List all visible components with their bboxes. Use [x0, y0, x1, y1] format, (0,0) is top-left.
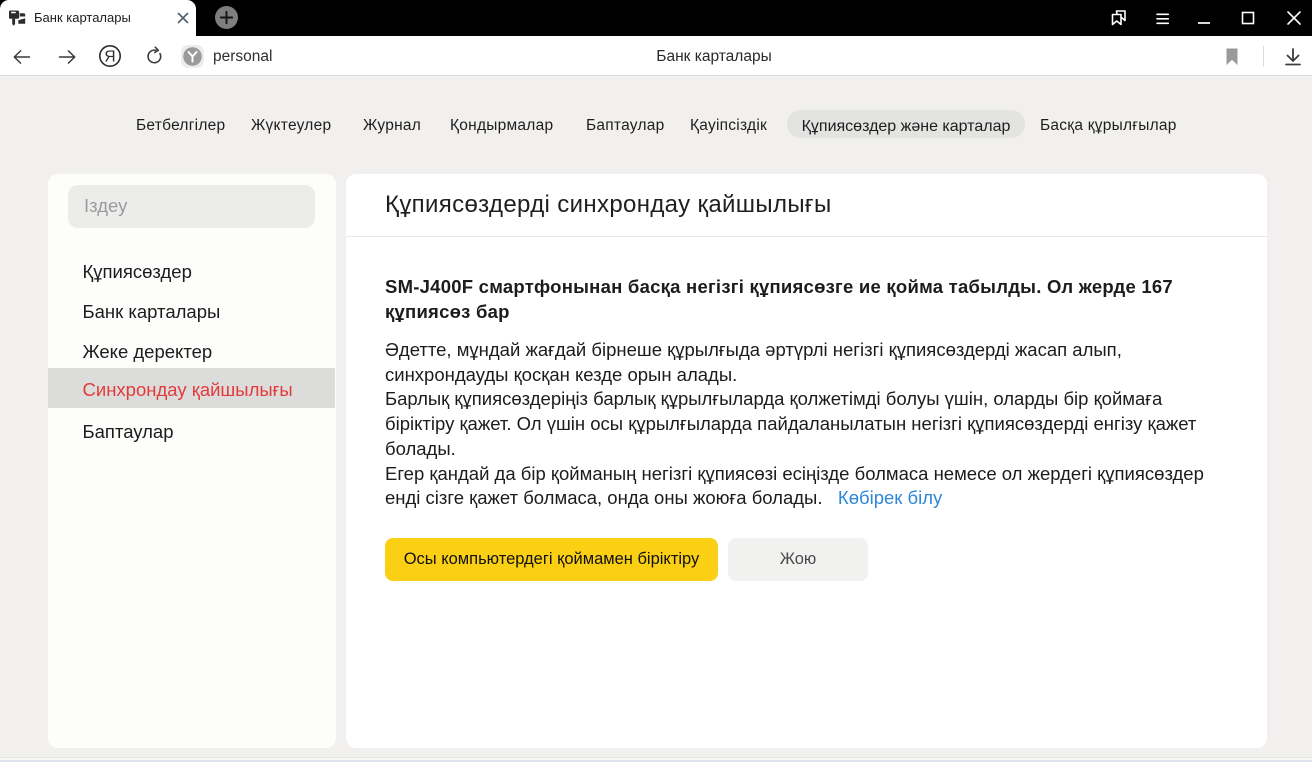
- svg-text:Я: Я: [104, 49, 115, 66]
